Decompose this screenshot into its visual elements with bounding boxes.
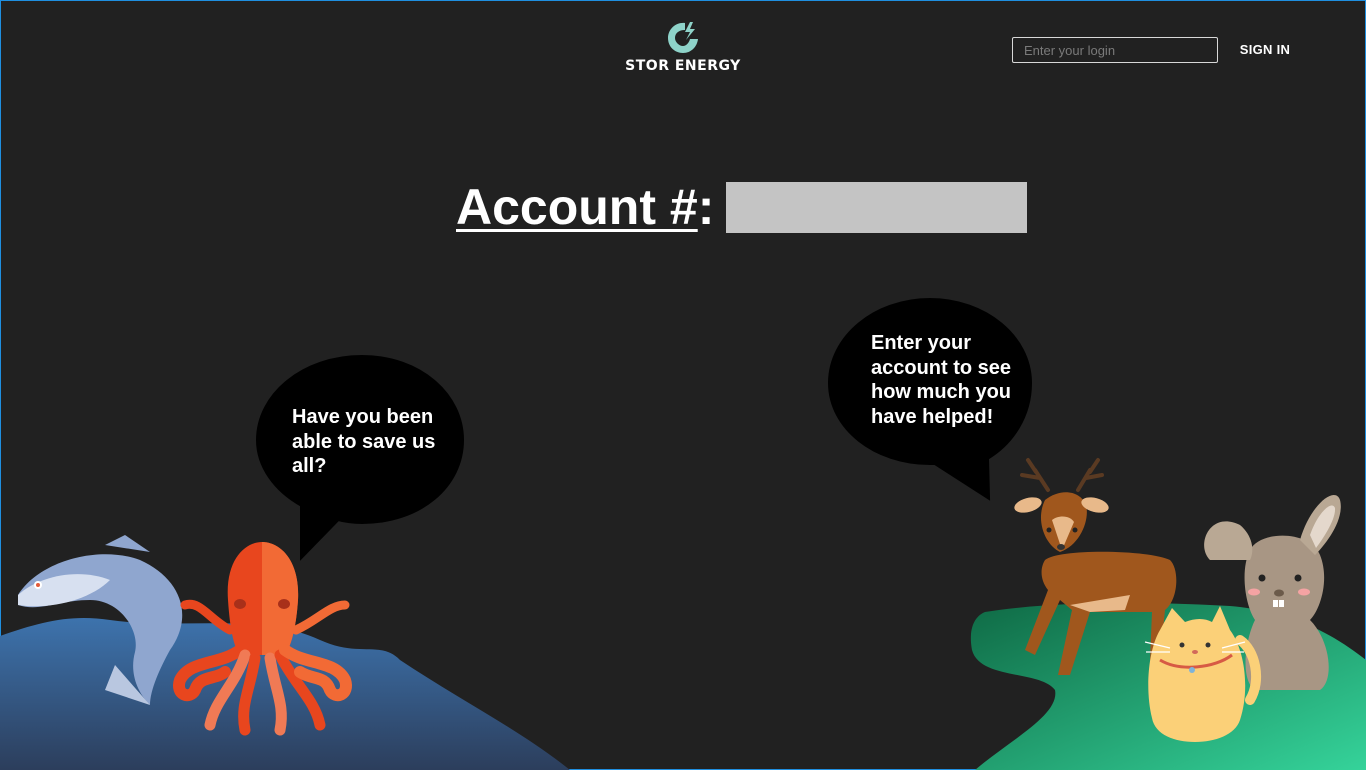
account-title: Account #	[456, 179, 698, 235]
power-leaf-logo-icon	[668, 22, 698, 53]
sign-in-button[interactable]: SIGN IN	[1232, 40, 1298, 60]
account-row: Account # :	[456, 177, 1028, 237]
brand-name: STOR ENERGY	[625, 58, 741, 74]
account-colon: :	[697, 179, 715, 235]
deer-bubble-text: Enter your account to see how much you h…	[871, 332, 1012, 428]
scene-illustration	[0, 297, 1366, 770]
login-input[interactable]	[1012, 37, 1218, 63]
account-number-input[interactable]	[726, 181, 1028, 233]
octopus-bubble-text: Have you been able to save us all?	[292, 406, 436, 477]
brand[interactable]: STOR ENERGY	[600, 20, 766, 74]
